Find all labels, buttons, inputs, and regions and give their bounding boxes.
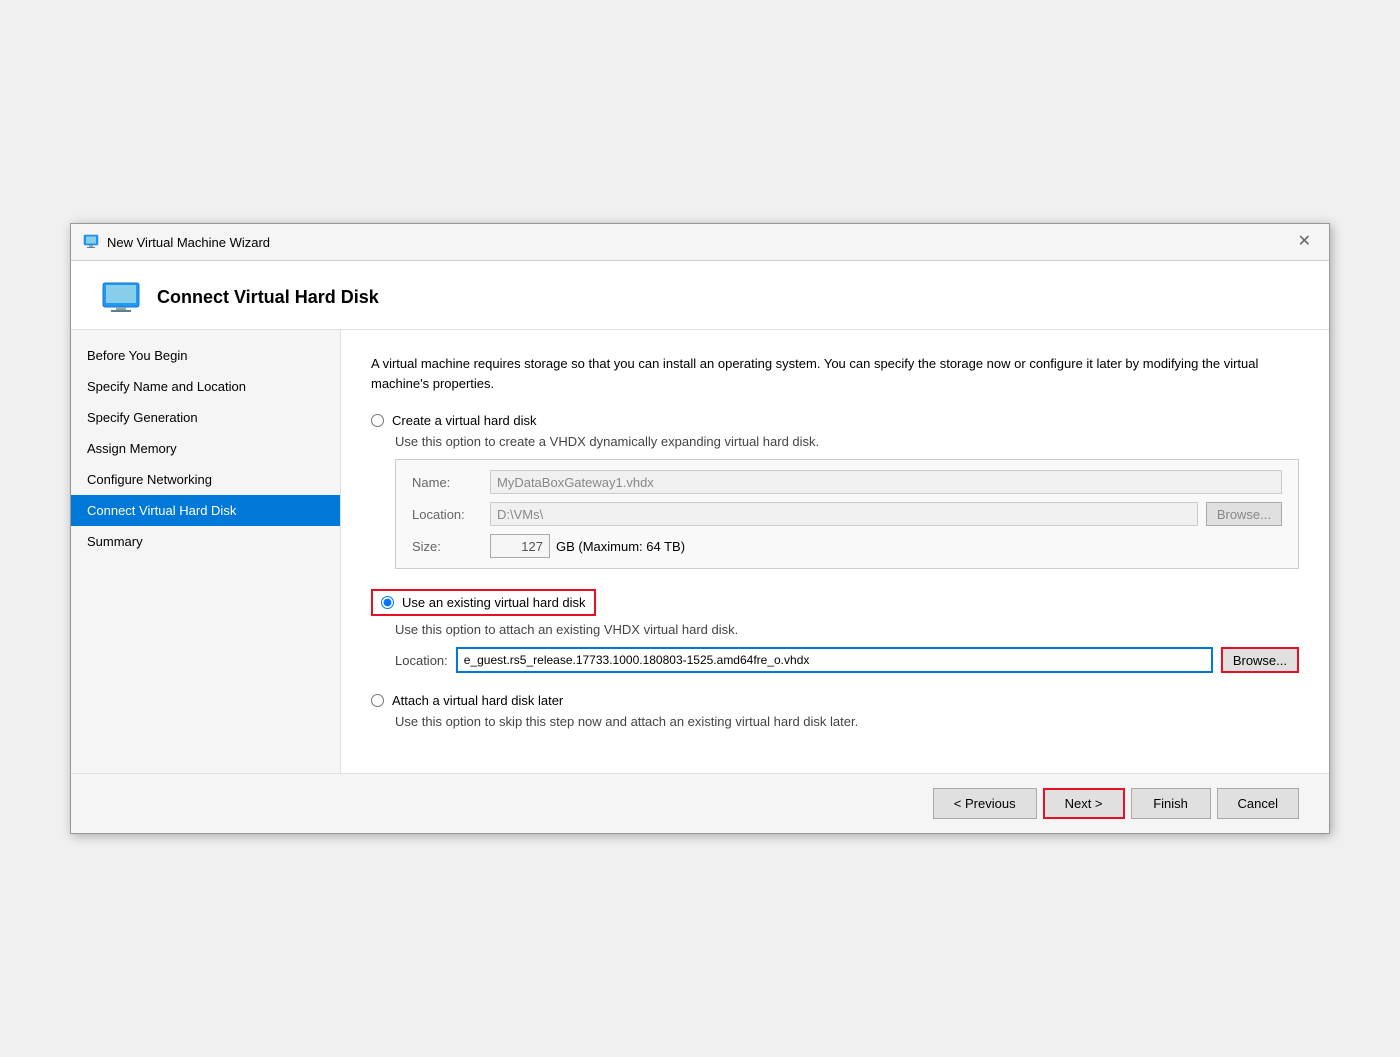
existing-option-highlight: Use an existing virtual hard disk <box>371 589 596 616</box>
sidebar-item-summary[interactable]: Summary <box>71 526 340 557</box>
name-label: Name: <box>412 475 482 490</box>
existing-location-label: Location: <box>395 653 448 668</box>
location-input[interactable] <box>490 502 1198 526</box>
sidebar: Before You Begin Specify Name and Locati… <box>71 330 341 773</box>
option-attach-later-text: Attach a virtual hard disk later <box>392 693 563 708</box>
existing-browse-button[interactable]: Browse... <box>1221 647 1299 673</box>
option-existing-description: Use this option to attach an existing VH… <box>395 622 1299 637</box>
option-existing-radio[interactable] <box>381 596 394 609</box>
size-input-group: GB (Maximum: 64 TB) <box>490 534 685 558</box>
name-row: Name: <box>412 470 1282 494</box>
sidebar-item-assign-memory[interactable]: Assign Memory <box>71 433 340 464</box>
size-input[interactable] <box>490 534 550 558</box>
header-vm-icon <box>101 281 141 313</box>
title-bar-left: New Virtual Machine Wizard <box>83 234 270 250</box>
option-attach-later-radio[interactable] <box>371 694 384 707</box>
sidebar-item-configure-networking[interactable]: Configure Networking <box>71 464 340 495</box>
option-attach-later-label[interactable]: Attach a virtual hard disk later <box>371 693 1299 708</box>
option-existing-text: Use an existing virtual hard disk <box>402 595 586 610</box>
option-attach-later-description: Use this option to skip this step now an… <box>395 714 1299 729</box>
title-bar: New Virtual Machine Wizard ✕ <box>71 224 1329 261</box>
footer: < Previous Next > Finish Cancel <box>71 773 1329 833</box>
main-description: A virtual machine requires storage so th… <box>371 354 1299 393</box>
option-existing-label[interactable]: Use an existing virtual hard disk <box>381 595 586 610</box>
content-area: Before You Begin Specify Name and Locati… <box>71 330 1329 773</box>
sidebar-item-specify-generation[interactable]: Specify Generation <box>71 402 340 433</box>
close-button[interactable]: ✕ <box>1292 232 1317 252</box>
size-row: Size: GB (Maximum: 64 TB) <box>412 534 1282 558</box>
option-create-label[interactable]: Create a virtual hard disk <box>371 413 1299 428</box>
option-create-description: Use this option to create a VHDX dynamic… <box>395 434 1299 449</box>
window-title: New Virtual Machine Wizard <box>107 235 270 250</box>
sidebar-item-before-you-begin[interactable]: Before You Begin <box>71 340 340 371</box>
window-icon <box>83 234 99 250</box>
create-browse-button[interactable]: Browse... <box>1206 502 1282 526</box>
location-label: Location: <box>412 507 482 522</box>
option-create-text: Create a virtual hard disk <box>392 413 537 428</box>
size-label: Size: <box>412 539 482 554</box>
sidebar-item-specify-name[interactable]: Specify Name and Location <box>71 371 340 402</box>
header-section: Connect Virtual Hard Disk <box>71 261 1329 330</box>
cancel-button[interactable]: Cancel <box>1217 788 1299 819</box>
sidebar-item-connect-vhd[interactable]: Connect Virtual Hard Disk <box>71 495 340 526</box>
option-create-group: Create a virtual hard disk Use this opti… <box>371 413 1299 569</box>
finish-button[interactable]: Finish <box>1131 788 1211 819</box>
option-existing-group: Use an existing virtual hard disk Use th… <box>371 589 1299 673</box>
wizard-window: New Virtual Machine Wizard ✕ Connect Vir… <box>70 223 1330 834</box>
option-attach-later-group: Attach a virtual hard disk later Use thi… <box>371 693 1299 729</box>
size-unit: GB (Maximum: 64 TB) <box>556 539 685 554</box>
location-row: Location: Browse... <box>412 502 1282 526</box>
next-button[interactable]: Next > <box>1043 788 1125 819</box>
create-form-grid: Name: Location: Browse... Size: GB (Maxi… <box>395 459 1299 569</box>
existing-location-row: Location: Browse... <box>395 647 1299 673</box>
previous-button[interactable]: < Previous <box>933 788 1037 819</box>
existing-location-input[interactable] <box>456 647 1213 673</box>
option-create-radio[interactable] <box>371 414 384 427</box>
main-content: A virtual machine requires storage so th… <box>341 330 1329 773</box>
name-input[interactable] <box>490 470 1282 494</box>
page-title: Connect Virtual Hard Disk <box>157 287 379 308</box>
